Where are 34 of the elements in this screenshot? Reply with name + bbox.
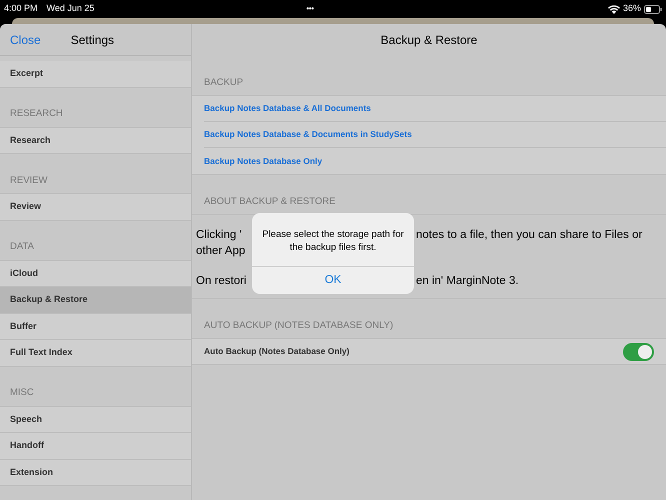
sidebar-item[interactable]: Full Text Index [0, 340, 191, 366]
info-text-fragment: Clicking ' [196, 229, 242, 241]
sidebar-title: Settings [70, 32, 114, 48]
section-header: MISC [10, 386, 34, 400]
section-header: REVIEW [10, 174, 48, 188]
section-header: ABOUT BACKUP & RESTORE [204, 194, 336, 209]
status-time: 4:00 PM [4, 2, 38, 16]
toggle-switch[interactable] [623, 342, 654, 360]
multitask-dots: ••• [306, 3, 314, 15]
setting-label: Auto Backup (Notes Database Only) [204, 345, 350, 358]
sidebar-item[interactable]: Research [0, 128, 191, 154]
section-header: RESEARCH [10, 107, 63, 122]
status-date: Wed Jun 25 [46, 2, 94, 16]
sidebar-item[interactable]: Buffer [0, 314, 191, 340]
ok-button[interactable]: OK [252, 266, 414, 294]
sidebar-item[interactable]: Handoff [0, 433, 191, 460]
battery-icon [644, 4, 662, 14]
info-text-fragment: On restori [196, 275, 246, 287]
info-text-fragment: en in' MarginNote 3. [416, 274, 519, 289]
battery-percent: 36% [622, 2, 641, 16]
section-header: DATA [10, 240, 34, 254]
section-header: AUTO BACKUP (NOTES DATABASE ONLY) [204, 318, 394, 333]
sidebar-item[interactable]: Speech [0, 406, 191, 433]
sidebar-item[interactable]: Extension [0, 460, 191, 486]
wifi-icon [608, 4, 620, 14]
sidebar-item[interactable]: Backup & Restore [0, 287, 191, 314]
info-text-fragment: other App [196, 245, 246, 257]
sidebar-item[interactable]: iCloud [0, 260, 191, 287]
page-title: Backup & Restore [380, 32, 478, 49]
alert-message: Please select the storage path for the backup files first. [261, 228, 405, 255]
sidebar-item[interactable]: Excerpt [0, 61, 191, 88]
info-text-fragment: notes to a file, then you can share to Files or [416, 228, 642, 243]
sidebar-item[interactable]: Review [0, 194, 191, 220]
section-header: BACKUP [204, 76, 244, 90]
